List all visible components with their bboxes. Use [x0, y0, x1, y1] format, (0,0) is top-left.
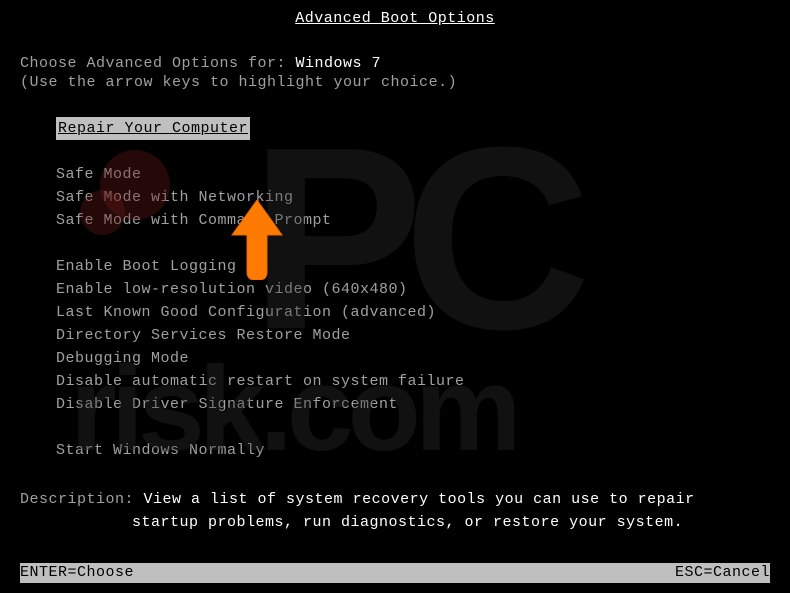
description-label: Description: [20, 491, 144, 508]
hint-line: (Use the arrow keys to highlight your ch… [20, 74, 770, 91]
menu-item-disable-driver-sig[interactable]: Disable Driver Signature Enforcement [56, 393, 770, 416]
menu-item-repair[interactable]: Repair Your Computer [56, 117, 770, 140]
prompt-line: Choose Advanced Options for: Windows 7 [20, 55, 770, 72]
boot-menu: Repair Your Computer Safe Mode Safe Mode… [56, 117, 770, 462]
prompt-prefix: Choose Advanced Options for: [20, 55, 296, 72]
page-title: Advanced Boot Options [20, 10, 770, 27]
os-name: Windows 7 [296, 55, 382, 72]
footer-enter: ENTER=Choose [20, 563, 134, 583]
menu-item-debugging[interactable]: Debugging Mode [56, 347, 770, 370]
menu-item-safe-mode-networking[interactable]: Safe Mode with Networking [56, 186, 770, 209]
footer-bar: ENTER=Choose ESC=Cancel [20, 563, 770, 583]
menu-item-boot-logging[interactable]: Enable Boot Logging [56, 255, 770, 278]
menu-item-low-res[interactable]: Enable low-resolution video (640x480) [56, 278, 770, 301]
menu-item-safe-mode-cmd[interactable]: Safe Mode with Command Prompt [56, 209, 770, 232]
menu-item-disable-auto-restart[interactable]: Disable automatic restart on system fail… [56, 370, 770, 393]
description-block: Description: View a list of system recov… [20, 488, 770, 534]
menu-item-ds-restore[interactable]: Directory Services Restore Mode [56, 324, 770, 347]
description-text-1: View a list of system recovery tools you… [144, 491, 695, 508]
pointer-arrow-icon [222, 200, 292, 280]
footer-esc: ESC=Cancel [675, 563, 770, 583]
description-text-2: startup problems, run diagnostics, or re… [132, 511, 770, 534]
menu-item-last-known-good[interactable]: Last Known Good Configuration (advanced) [56, 301, 770, 324]
menu-item-start-normally[interactable]: Start Windows Normally [56, 439, 770, 462]
menu-item-safe-mode[interactable]: Safe Mode [56, 163, 770, 186]
